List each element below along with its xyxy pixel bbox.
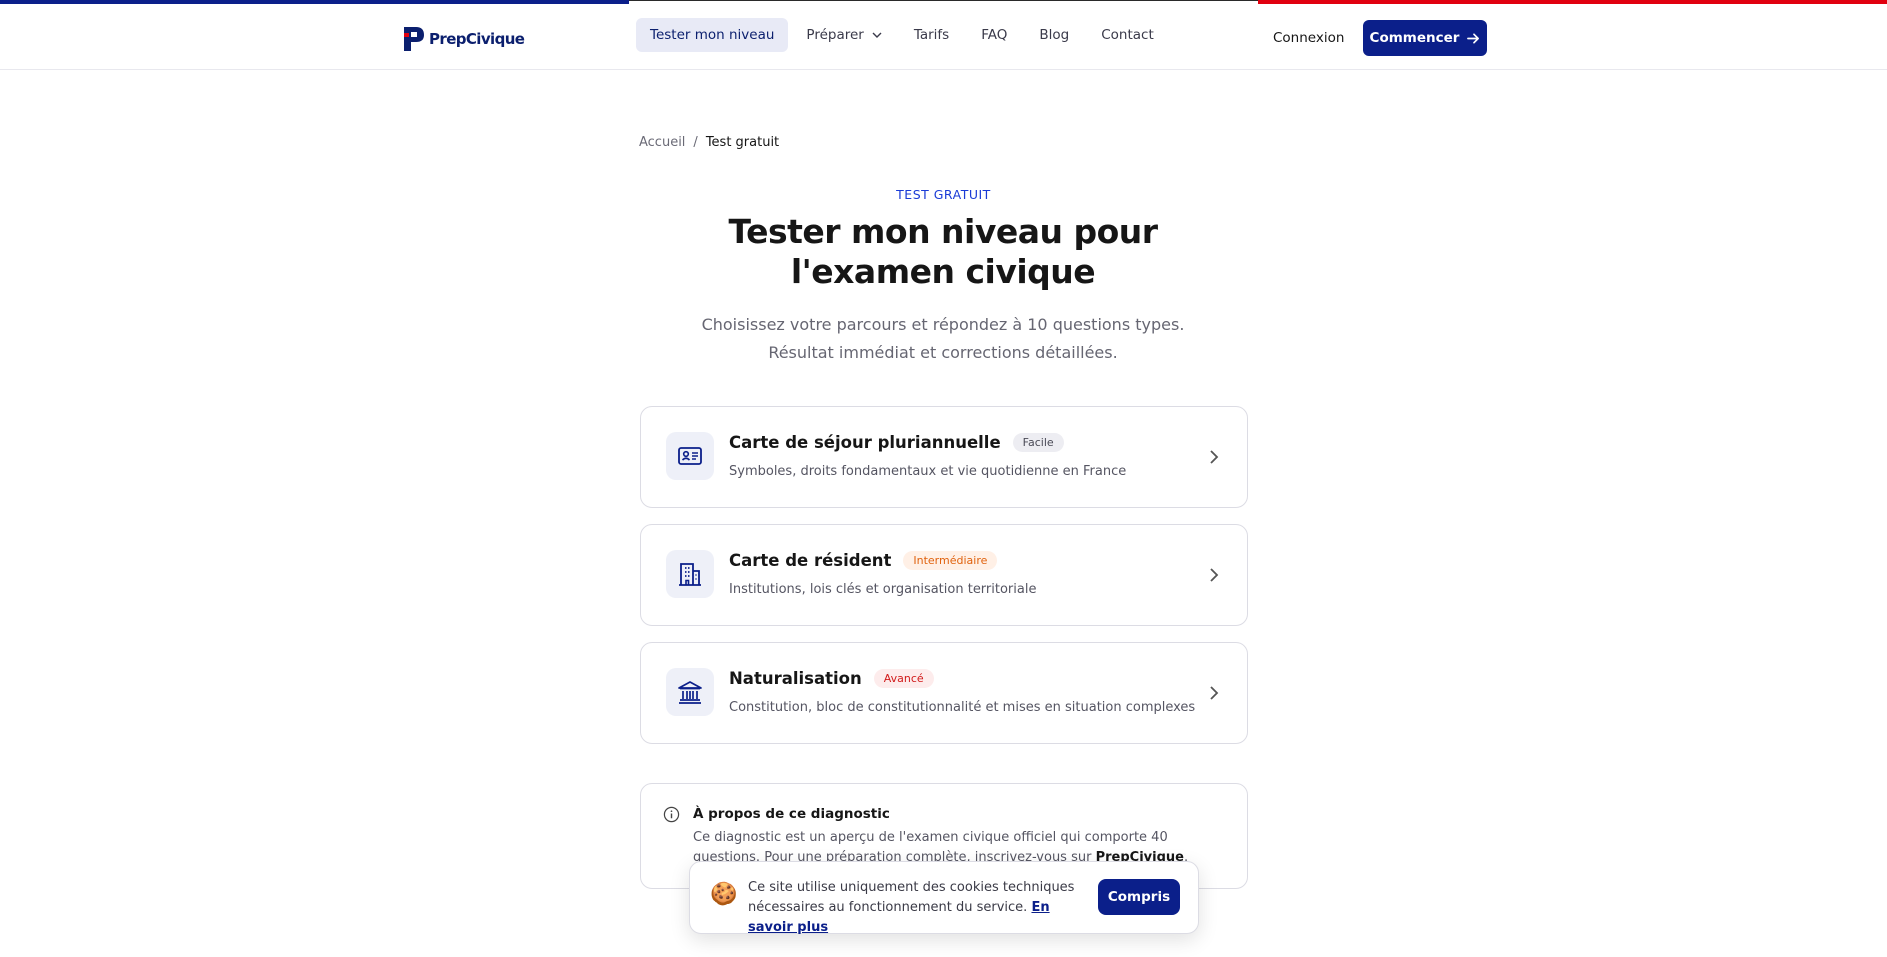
cookie-icon: 🍪 (710, 882, 738, 907)
nav-contact[interactable]: Contact (1087, 18, 1168, 52)
chevron-right-icon (1210, 568, 1219, 582)
card-icon-box (666, 550, 714, 598)
card-carte-de-sejour[interactable]: Carte de séjour pluriannuelle Facile Sym… (640, 406, 1248, 508)
cookie-banner: 🍪 Ce site utilise uniquement des cookies… (689, 861, 1199, 935)
card-description: Constitution, bloc de constitutionnalité… (729, 700, 1196, 715)
breadcrumb: Accueil / Test gratuit (639, 135, 779, 150)
login-link[interactable]: Connexion (1273, 30, 1344, 46)
difficulty-badge: Intermédiaire (903, 551, 998, 570)
logo-text: PrepCivique (429, 30, 525, 48)
card-title: Carte de résident (729, 551, 892, 570)
difficulty-badge: Facile (1012, 433, 1064, 452)
eyebrow-label: TEST GRATUIT (896, 187, 991, 202)
logo-mark-icon (404, 27, 424, 51)
card-description: Symboles, droits fondamentaux et vie quo… (729, 464, 1127, 479)
card-naturalisation[interactable]: Naturalisation Avancé Constitution, bloc… (640, 642, 1248, 744)
card-title: Carte de séjour pluriannuelle (729, 433, 1001, 452)
card-header: Naturalisation Avancé (729, 669, 934, 688)
nav-label: Préparer (806, 27, 864, 43)
cookie-accept-button[interactable]: Compris (1098, 879, 1180, 915)
chevron-down-icon (872, 32, 882, 38)
info-icon (663, 806, 680, 823)
nav-blog[interactable]: Blog (1025, 18, 1083, 52)
id-card-icon (678, 447, 702, 465)
info-title: À propos de ce diagnostic (693, 806, 890, 822)
card-header: Carte de résident Intermédiaire (729, 551, 998, 570)
nav-tarifs[interactable]: Tarifs (900, 18, 963, 52)
breadcrumb-home[interactable]: Accueil (639, 135, 685, 150)
nav-label: Tester mon niveau (650, 27, 775, 43)
card-carte-de-resident[interactable]: Carte de résident Intermédiaire Institut… (640, 524, 1248, 626)
breadcrumb-separator: / (693, 135, 698, 150)
logo[interactable]: PrepCivique (402, 24, 525, 54)
nav-label: Tarifs (913, 27, 950, 43)
card-icon-box (666, 432, 714, 480)
nav-faq[interactable]: FAQ (967, 18, 1021, 52)
start-button[interactable]: Commencer (1363, 20, 1487, 56)
start-button-label: Commencer (1369, 30, 1460, 46)
card-title: Naturalisation (729, 669, 862, 688)
subtitle-line-2: Résultat immédiat et corrections détaill… (768, 343, 1118, 362)
nav-preparer[interactable]: Préparer (792, 18, 895, 52)
chevron-right-icon (1210, 686, 1219, 700)
institution-icon (678, 681, 702, 704)
nav-label: FAQ (981, 27, 1008, 43)
nav-label: Contact (1101, 27, 1154, 43)
difficulty-badge: Avancé (873, 669, 934, 688)
card-description: Institutions, lois clés et organisation … (729, 582, 1037, 597)
card-icon-box (666, 668, 714, 716)
cookie-text: Ce site utilise uniquement des cookies t… (748, 878, 1088, 938)
site-header: PrepCivique Tester mon niveau Préparer T… (0, 4, 1887, 70)
page-title: Tester mon niveau pour l'examen civique (728, 212, 1158, 291)
arrow-right-icon (1467, 32, 1480, 44)
page-subtitle: Choisissez votre parcours et répondez à … (643, 311, 1243, 367)
card-header: Carte de séjour pluriannuelle Facile (729, 433, 1064, 452)
cookie-message: Ce site utilise uniquement des cookies t… (748, 880, 1075, 915)
chevron-right-icon (1210, 450, 1219, 464)
nav-tester-mon-niveau[interactable]: Tester mon niveau (636, 18, 789, 52)
nav-label: Blog (1039, 27, 1070, 43)
subtitle-line-1: Choisissez votre parcours et répondez à … (701, 315, 1185, 334)
main-nav: Tester mon niveau Préparer Tarifs FAQ Bl… (636, 18, 1168, 52)
breadcrumb-current: Test gratuit (705, 135, 780, 150)
building-icon (679, 563, 701, 586)
